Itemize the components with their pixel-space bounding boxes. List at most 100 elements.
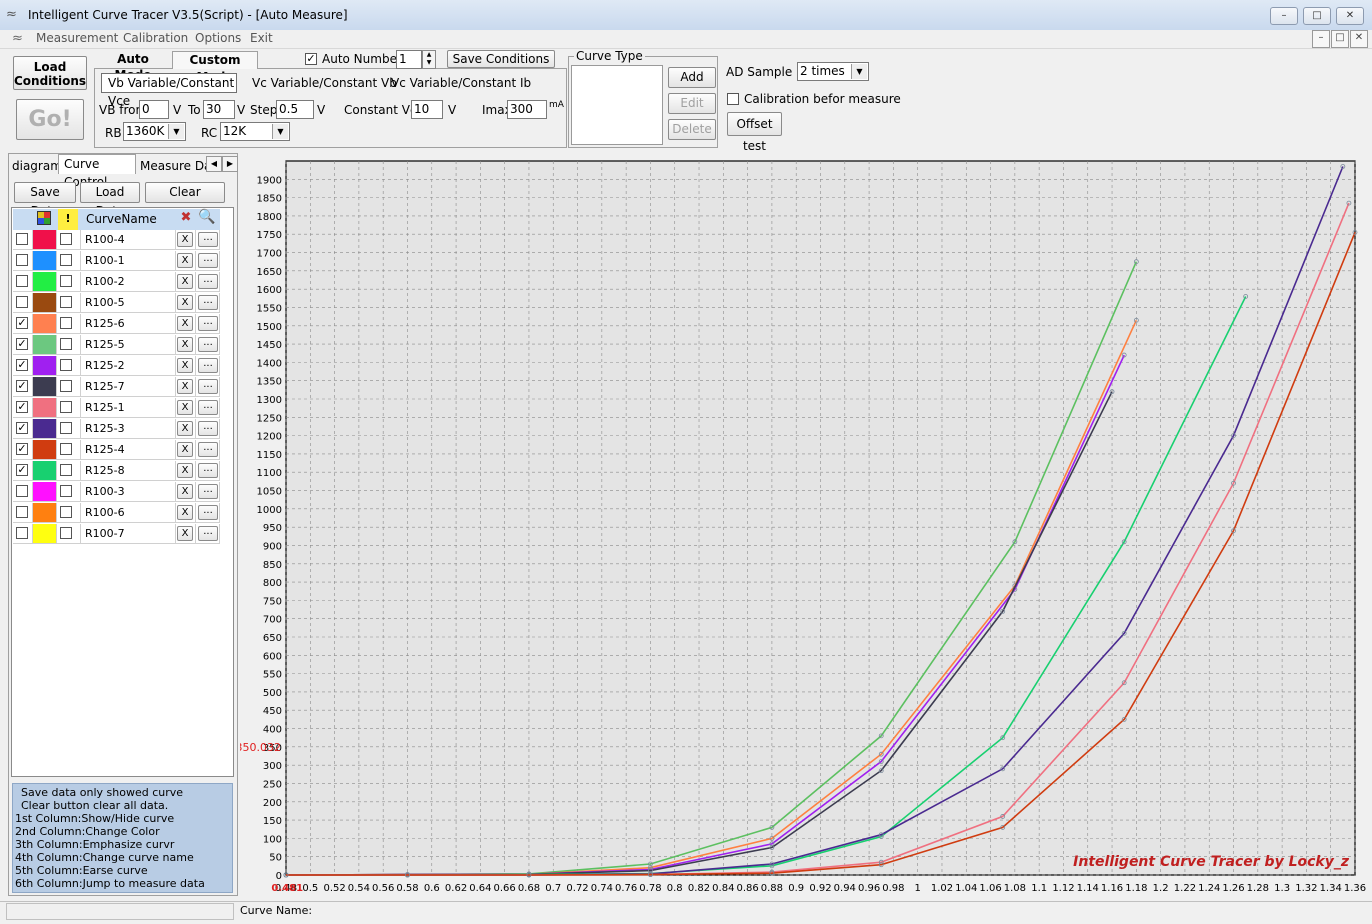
jump-button[interactable]: ... [198,463,218,478]
color-swatch[interactable] [33,482,57,502]
jump-button[interactable]: ... [198,526,218,541]
menu-exit[interactable]: Exit [250,31,273,45]
curve-name-cell[interactable]: R100-6 [81,503,176,523]
jump-button[interactable]: ... [198,484,218,499]
calibration-checkbox[interactable] [727,93,739,105]
auto-number-checkbox[interactable]: ✓ [305,53,317,65]
show-hide-checkbox[interactable]: ✓ [16,464,28,476]
menu-measurement[interactable]: Measurement [36,31,118,45]
show-hide-checkbox[interactable]: ✓ [16,443,28,455]
show-hide-checkbox[interactable] [16,254,28,266]
color-swatch[interactable] [33,377,57,397]
color-swatch[interactable] [33,524,57,544]
jump-button[interactable]: ... [198,232,218,247]
jump-button[interactable]: ... [198,295,218,310]
rc-select[interactable]: 12K ▼ [220,122,290,141]
color-swatch[interactable] [33,398,57,418]
tab-diagram[interactable]: diagram [12,159,62,173]
mdi-minimize-button[interactable]: – [1312,30,1330,48]
jump-button[interactable]: ... [198,379,218,394]
emphasize-checkbox[interactable] [60,401,72,413]
tab-auto-mode[interactable]: Auto Mode [97,51,169,82]
step-input[interactable]: 0.5 [276,100,314,119]
color-swatch[interactable] [33,356,57,376]
emphasize-checkbox[interactable] [60,338,72,350]
erase-button[interactable]: X [177,295,193,310]
curve-name-cell[interactable]: R100-7 [81,524,176,544]
erase-button[interactable]: X [177,484,193,499]
show-hide-checkbox[interactable]: ✓ [16,422,28,434]
curve-name-cell[interactable]: R125-7 [81,377,176,397]
color-swatch[interactable] [33,335,57,355]
curve-name-cell[interactable]: R125-3 [81,419,176,439]
emphasize-checkbox[interactable] [60,443,72,455]
close-button[interactable]: ✕ [1336,7,1364,25]
curve-name-cell[interactable]: R125-5 [81,335,176,355]
auto-number-input[interactable]: 1 [396,50,422,69]
auto-number-spinner[interactable]: ▲ ▼ [422,50,436,69]
maximize-button[interactable]: □ [1303,7,1331,25]
save-conditions-button[interactable]: Save Conditions [447,50,555,68]
emphasize-checkbox[interactable] [60,527,72,539]
show-hide-checkbox[interactable] [16,275,28,287]
show-hide-checkbox[interactable]: ✓ [16,401,28,413]
mdi-close-button[interactable]: ✕ [1350,30,1368,48]
clear-button[interactable]: Clear [145,182,225,203]
color-swatch[interactable] [33,230,57,250]
tab-scroll-left-icon[interactable]: ◀ [206,156,222,172]
minimize-button[interactable]: – [1270,7,1298,25]
emphasize-checkbox[interactable] [60,317,72,329]
emphasize-checkbox[interactable] [60,380,72,392]
color-swatch[interactable] [33,419,57,439]
jump-button[interactable]: ... [198,274,218,289]
load-conditions-button[interactable]: Load Conditions [13,56,87,90]
curve-name-cell[interactable]: R125-2 [81,356,176,376]
curve-name-cell[interactable]: R100-2 [81,272,176,292]
erase-button[interactable]: X [177,337,193,352]
color-swatch[interactable] [33,314,57,334]
tab-custom-mode[interactable]: Custom Mode [172,51,258,84]
show-hide-checkbox[interactable] [16,527,28,539]
vb-from-input[interactable]: 0 [139,100,169,119]
delete-button[interactable]: Delete [668,119,716,140]
erase-button[interactable]: X [177,253,193,268]
curve-name-cell[interactable]: R125-4 [81,440,176,460]
emphasize-checkbox[interactable] [60,296,72,308]
mdi-restore-button[interactable]: □ [1331,30,1349,48]
curve-name-cell[interactable]: R125-8 [81,461,176,481]
to-input[interactable]: 30 [203,100,235,119]
curve-name-cell[interactable]: R100-3 [81,482,176,502]
erase-button[interactable]: X [177,274,193,289]
curve-type-list[interactable] [571,65,663,145]
add-button[interactable]: Add [668,67,716,88]
jump-button[interactable]: ... [198,400,218,415]
jump-button[interactable]: ... [198,442,218,457]
erase-button[interactable]: X [177,232,193,247]
curve-name-cell[interactable]: R100-5 [81,293,176,313]
curve-name-cell[interactable]: R100-4 [81,230,176,250]
erase-button[interactable]: X [177,316,193,331]
erase-button[interactable]: X [177,400,193,415]
jump-button[interactable]: ... [198,253,218,268]
rb-select[interactable]: 1360K ▼ [123,122,186,141]
jump-button[interactable]: ... [198,421,218,436]
go-button[interactable]: Go! [16,99,84,140]
emphasize-checkbox[interactable] [60,359,72,371]
emphasize-checkbox[interactable] [60,506,72,518]
curve-name-cell[interactable]: R125-1 [81,398,176,418]
jump-button[interactable]: ... [198,316,218,331]
ad-sample-select[interactable]: 2 times ▼ [797,62,869,81]
load-data-button[interactable]: Load Data [80,182,140,218]
color-swatch[interactable] [33,461,57,481]
jump-button[interactable]: ... [198,505,218,520]
jump-button[interactable]: ... [198,337,218,352]
show-hide-checkbox[interactable] [16,233,28,245]
menu-calibration[interactable]: Calibration [123,31,188,45]
color-swatch[interactable] [33,440,57,460]
show-hide-checkbox[interactable]: ✓ [16,359,28,371]
erase-button[interactable]: X [177,379,193,394]
color-swatch[interactable] [33,251,57,271]
constant-vce-input[interactable]: 10 [411,100,443,119]
erase-button[interactable]: X [177,505,193,520]
imax-input[interactable]: 300 [507,100,547,119]
